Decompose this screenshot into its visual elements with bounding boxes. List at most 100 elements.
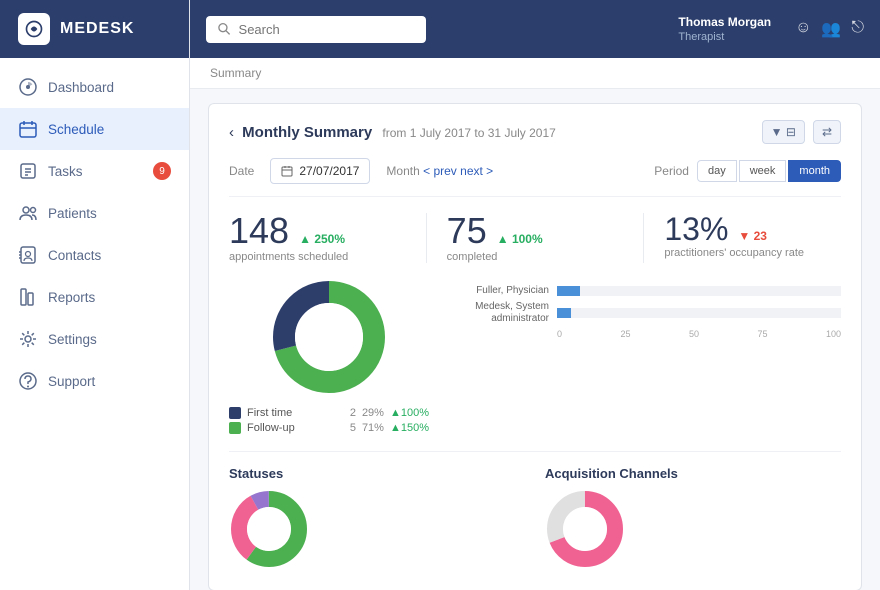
logout-icon[interactable]: ⎋ bbox=[851, 19, 864, 39]
statuses-donut bbox=[229, 489, 309, 569]
sidebar-item-settings[interactable]: Settings bbox=[0, 318, 189, 360]
completed-label: completed bbox=[447, 251, 624, 263]
donut-chart bbox=[269, 277, 389, 397]
back-arrow[interactable]: ‹ bbox=[229, 124, 234, 141]
contacts-icon bbox=[18, 245, 38, 265]
summary-actions: ▼ ⊟ ⇄ bbox=[762, 120, 841, 144]
user-details: Thomas Morgan Therapist bbox=[678, 15, 771, 43]
sidebar-item-reports[interactable]: Reports bbox=[0, 276, 189, 318]
summary-panel: ‹ Monthly Summary from 1 July 2017 to 31… bbox=[208, 103, 862, 590]
sidebar: MEDESK Dashboard Schedule bbox=[0, 0, 190, 590]
summary-title-text: Monthly Summary bbox=[242, 124, 372, 141]
calendar-icon bbox=[281, 165, 293, 177]
sidebar-item-tasks[interactable]: Tasks 9 bbox=[0, 150, 189, 192]
schedule-label: Schedule bbox=[48, 122, 104, 137]
users-icon[interactable]: 👥 bbox=[821, 19, 841, 39]
legend-follow-up: Follow-up 5 71% ▲150% bbox=[229, 422, 429, 434]
tasks-badge: 9 bbox=[153, 162, 171, 180]
bar-fill-0 bbox=[557, 286, 580, 296]
filter-button[interactable]: ▼ ⊟ bbox=[762, 120, 805, 144]
sidebar-item-support[interactable]: Support bbox=[0, 360, 189, 402]
acquisition-chart: Acquisition Channels bbox=[545, 466, 841, 574]
reports-label: Reports bbox=[48, 290, 95, 305]
user-role: Therapist bbox=[678, 31, 771, 43]
bar-label-1: Medesk, System administrator bbox=[449, 301, 549, 325]
bar-chart: Fuller, Physician Medesk, System adminis… bbox=[449, 285, 841, 339]
bar-axis: 0 25 50 75 100 bbox=[449, 329, 841, 339]
user-name: Thomas Morgan bbox=[678, 15, 771, 31]
tasks-icon bbox=[18, 161, 38, 181]
completed-stat: 75 ▲ 100% completed bbox=[447, 213, 624, 263]
patients-label: Patients bbox=[48, 206, 97, 221]
search-container[interactable] bbox=[206, 16, 426, 43]
tasks-label: Tasks bbox=[48, 164, 83, 179]
axis-0: 0 bbox=[557, 329, 562, 339]
occupancy-change: ▼ 23 bbox=[738, 229, 767, 243]
user-info: Thomas Morgan Therapist bbox=[678, 15, 771, 43]
summary-header: ‹ Monthly Summary from 1 July 2017 to 31… bbox=[229, 120, 841, 144]
schedule-icon bbox=[18, 119, 38, 139]
period-day[interactable]: day bbox=[697, 160, 737, 182]
period-week[interactable]: week bbox=[739, 160, 787, 182]
appointments-number: 148 bbox=[229, 213, 289, 249]
completed-number: 75 bbox=[447, 213, 487, 249]
sidebar-item-contacts[interactable]: Contacts bbox=[0, 234, 189, 276]
first-time-label: First time bbox=[247, 407, 292, 419]
prev-link[interactable]: < prev bbox=[423, 164, 457, 178]
header-icons: ☺ 👥 ⎋ bbox=[795, 19, 864, 39]
period-month[interactable]: month bbox=[788, 160, 841, 182]
next-link[interactable]: next > bbox=[460, 164, 493, 178]
bar-track-0 bbox=[557, 286, 841, 296]
date-range: from 1 July 2017 to 31 July 2017 bbox=[382, 126, 555, 140]
charts-row: First time 2 29% ▲100% Follow-up bbox=[229, 277, 841, 437]
down-arrow: ▼ bbox=[738, 229, 750, 243]
dashboard-label: Dashboard bbox=[48, 80, 114, 95]
acquisition-title: Acquisition Channels bbox=[545, 466, 841, 481]
support-label: Support bbox=[48, 374, 95, 389]
occupancy-label: practitioners' occupancy rate bbox=[664, 247, 841, 259]
bar-fill-1 bbox=[557, 308, 571, 318]
bar-track-1 bbox=[557, 308, 841, 318]
date-value: 27/07/2017 bbox=[299, 164, 359, 178]
follow-up-label: Follow-up bbox=[247, 422, 295, 434]
statuses-chart: Statuses bbox=[229, 466, 525, 574]
logo-text: MEDESK bbox=[60, 20, 134, 38]
logo-icon bbox=[18, 13, 50, 45]
dashboard-icon bbox=[18, 77, 38, 97]
sidebar-item-schedule[interactable]: Schedule bbox=[0, 108, 189, 150]
date-input[interactable]: 27/07/2017 bbox=[270, 158, 370, 184]
main-content: Thomas Morgan Therapist ☺ 👥 ⎋ Summary ‹ … bbox=[190, 0, 880, 590]
settings-label: Settings bbox=[48, 332, 97, 347]
stats-row: 148 ▲ 250% appointments scheduled 75 bbox=[229, 213, 841, 277]
bar-row-1: Medesk, System administrator bbox=[449, 301, 841, 325]
donut-chart-section: First time 2 29% ▲100% Follow-up bbox=[229, 277, 429, 437]
first-time-values: 2 29% ▲100% bbox=[350, 407, 429, 419]
emoji-icon[interactable]: ☺ bbox=[795, 19, 811, 39]
support-icon bbox=[18, 371, 38, 391]
period-buttons: day week month bbox=[697, 160, 841, 182]
up-arrow: ▲ bbox=[299, 232, 311, 246]
search-icon bbox=[218, 22, 231, 36]
occupancy-stat: 13% ▼ 23 practitioners' occupancy rate bbox=[664, 213, 841, 263]
statuses-title: Statuses bbox=[229, 466, 525, 481]
sidebar-item-dashboard[interactable]: Dashboard bbox=[0, 66, 189, 108]
donut-legend: First time 2 29% ▲100% Follow-up bbox=[229, 407, 429, 434]
app-header: Thomas Morgan Therapist ☺ 👥 ⎋ bbox=[190, 0, 880, 58]
search-input[interactable] bbox=[239, 22, 414, 37]
appointments-change: ▲ 250% bbox=[299, 232, 345, 246]
bar-label-0: Fuller, Physician bbox=[449, 285, 549, 297]
bar-row-0: Fuller, Physician bbox=[449, 285, 841, 297]
completed-change: ▲ 100% bbox=[497, 232, 543, 246]
follow-up-values: 5 71% ▲150% bbox=[350, 422, 429, 434]
axis-75: 75 bbox=[757, 329, 767, 339]
month-label: Month bbox=[386, 164, 423, 178]
date-label: Date bbox=[229, 164, 254, 178]
refresh-button[interactable]: ⇄ bbox=[813, 120, 841, 144]
month-nav: Month < prev next > bbox=[386, 164, 493, 178]
first-time-dot bbox=[229, 407, 241, 419]
patients-icon bbox=[18, 203, 38, 223]
donut-svg bbox=[269, 277, 389, 397]
bar-chart-section: Fuller, Physician Medesk, System adminis… bbox=[449, 277, 841, 437]
sidebar-item-patients[interactable]: Patients bbox=[0, 192, 189, 234]
up-arrow-2: ▲ bbox=[497, 232, 509, 246]
